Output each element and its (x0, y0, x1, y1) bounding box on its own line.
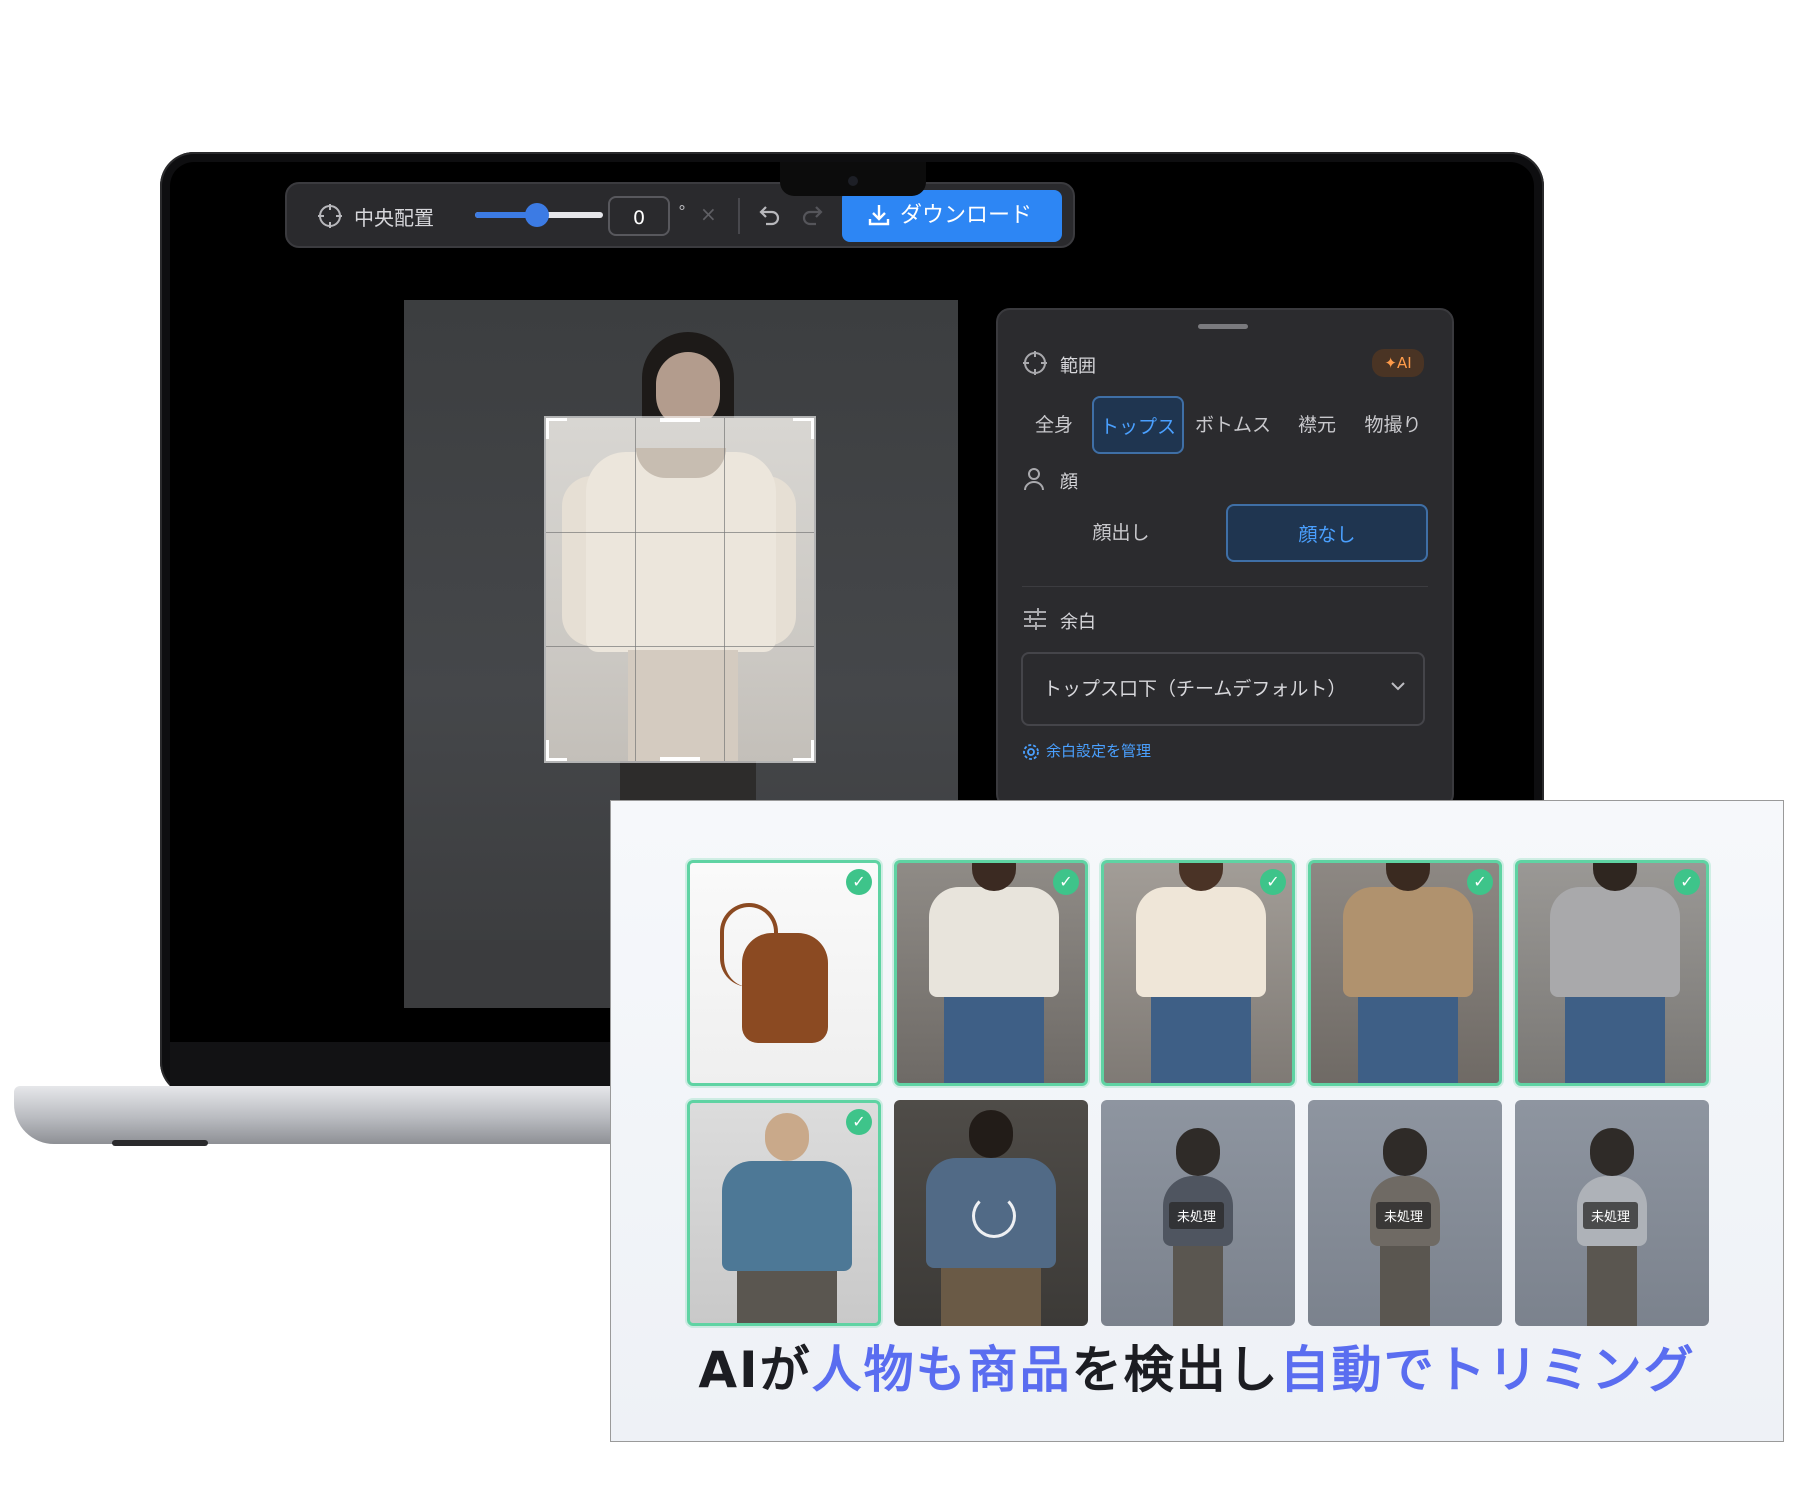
check-icon: ✓ (846, 869, 872, 895)
crop-grid-line (724, 418, 725, 761)
crop-handle-bottom-left[interactable] (546, 740, 567, 761)
feature-tagline: AIが人物も商品を検出し自動でトリミング (610, 1330, 1784, 1402)
chevron-down-icon[interactable] (1388, 676, 1408, 701)
gallery-tile[interactable]: 未処理 (1308, 1100, 1502, 1326)
rotation-input[interactable]: 0 (608, 196, 670, 236)
crop-handle-top-left[interactable] (546, 418, 567, 439)
tagline-part-4: 自動でトリミング (1279, 1341, 1696, 1399)
figure-head (969, 1110, 1013, 1158)
gallery-tile[interactable]: ✓ (894, 860, 1088, 1086)
range-option-full-body[interactable]: 全身 (1016, 396, 1092, 454)
tagline-part-1: AIが (698, 1341, 812, 1399)
camera-icon (848, 176, 858, 186)
figure-top (929, 887, 1059, 997)
check-icon: ✓ (1053, 869, 1079, 895)
check-icon: ✓ (1260, 869, 1286, 895)
crop-grid-line (635, 418, 636, 761)
gear-icon (1022, 743, 1040, 765)
gallery-tile[interactable]: 未処理 (1515, 1100, 1709, 1326)
check-icon: ✓ (1674, 869, 1700, 895)
figure-bottom (1587, 1246, 1637, 1326)
unprocessed-badge: 未処理 (1583, 1202, 1639, 1229)
margin-label: 余白 (1060, 612, 1096, 633)
crop-handle-top[interactable] (660, 418, 700, 422)
figure-bottom (737, 1271, 837, 1323)
check-icon: ✓ (846, 1109, 872, 1135)
figure-top (1136, 887, 1266, 997)
panel-divider (1022, 586, 1428, 587)
panel-drag-handle[interactable] (1198, 324, 1248, 329)
gallery-tile[interactable]: ✓ (687, 1100, 881, 1326)
redo-icon[interactable] (800, 202, 826, 232)
figure-head (1176, 1128, 1220, 1176)
figure-bottom (1565, 997, 1665, 1083)
range-option-tops[interactable]: トップス (1092, 396, 1184, 454)
tagline-part-2: 人物も商品 (811, 1341, 1072, 1399)
range-crosshair-icon (1022, 350, 1048, 380)
model-face (656, 352, 720, 428)
gallery-tile[interactable]: ✓ (1515, 860, 1709, 1086)
face-option-show[interactable]: 顔出し (1022, 504, 1220, 562)
loading-spinner-icon (972, 1194, 1016, 1238)
face-label: 顔 (1060, 472, 1078, 493)
margin-select[interactable]: トップス口下（チームデフォルト） (1021, 652, 1425, 726)
gallery-tile[interactable]: ✓ (1308, 860, 1502, 1086)
check-icon: ✓ (1467, 869, 1493, 895)
crop-grid-line (546, 646, 814, 647)
sweater (586, 452, 776, 652)
figure-bottom (1173, 1246, 1223, 1326)
rotation-slider-knob[interactable] (525, 203, 549, 227)
figure-head (1590, 1128, 1634, 1176)
figure-head (765, 1113, 809, 1161)
download-icon (866, 202, 892, 232)
laptop-foot (112, 1140, 208, 1146)
manage-margin-link[interactable]: 余白設定を管理 (1046, 740, 1151, 761)
figure-head (1383, 1128, 1427, 1176)
undo-icon[interactable] (756, 202, 782, 232)
range-option-bottoms[interactable]: ボトムス (1186, 396, 1280, 454)
download-label: ダウンロード (900, 203, 1033, 228)
clear-icon[interactable]: × (700, 202, 717, 226)
trousers (628, 650, 738, 761)
face-option-hide[interactable]: 顔なし (1226, 504, 1428, 562)
gallery-tile[interactable]: 未処理 (1101, 1100, 1295, 1326)
crop-grid-line (546, 532, 814, 533)
figure-bottom (941, 1268, 1041, 1326)
crosshair-icon[interactable] (316, 202, 344, 234)
range-option-collar[interactable]: 襟元 (1282, 396, 1352, 454)
figure-top (1343, 887, 1473, 997)
gallery-tile[interactable]: ✓ (1101, 860, 1295, 1086)
figure-top (722, 1161, 852, 1271)
figure-bottom (1358, 997, 1458, 1083)
range-option-product[interactable]: 物撮り (1352, 396, 1434, 454)
tagline-part-3: を検出し (1071, 1341, 1280, 1399)
unprocessed-badge: 未処理 (1169, 1202, 1225, 1229)
figure-top (1550, 887, 1680, 997)
ai-badge: ✦AI (1372, 349, 1424, 377)
crop-handle-top-right[interactable] (793, 418, 814, 439)
figure-bottom (1380, 1246, 1430, 1326)
crop-handle-bottom-right[interactable] (793, 740, 814, 761)
gallery-tile[interactable] (894, 1100, 1088, 1326)
crop-handle-bottom[interactable] (660, 757, 700, 761)
figure-bottom (1151, 997, 1251, 1083)
toolbar-divider (738, 198, 740, 234)
gallery-tile[interactable]: ✓ (687, 860, 881, 1086)
crop-box[interactable] (546, 418, 814, 761)
unprocessed-badge: 未処理 (1376, 1202, 1432, 1229)
figure-bottom (944, 997, 1044, 1083)
ai-badge-label: AI (1396, 354, 1412, 372)
adjust-sliders-icon (1022, 606, 1048, 636)
range-label: 範囲 (1060, 356, 1096, 377)
sparkle-icon: ✦ (1384, 354, 1397, 372)
person-icon (1022, 466, 1046, 496)
bag-shape (742, 933, 828, 1043)
center-align-button[interactable]: 中央配置 (354, 202, 434, 231)
margin-select-value: トップス口下（チームデフォルト） (1043, 678, 1347, 700)
degree-unit: ° (678, 202, 686, 221)
